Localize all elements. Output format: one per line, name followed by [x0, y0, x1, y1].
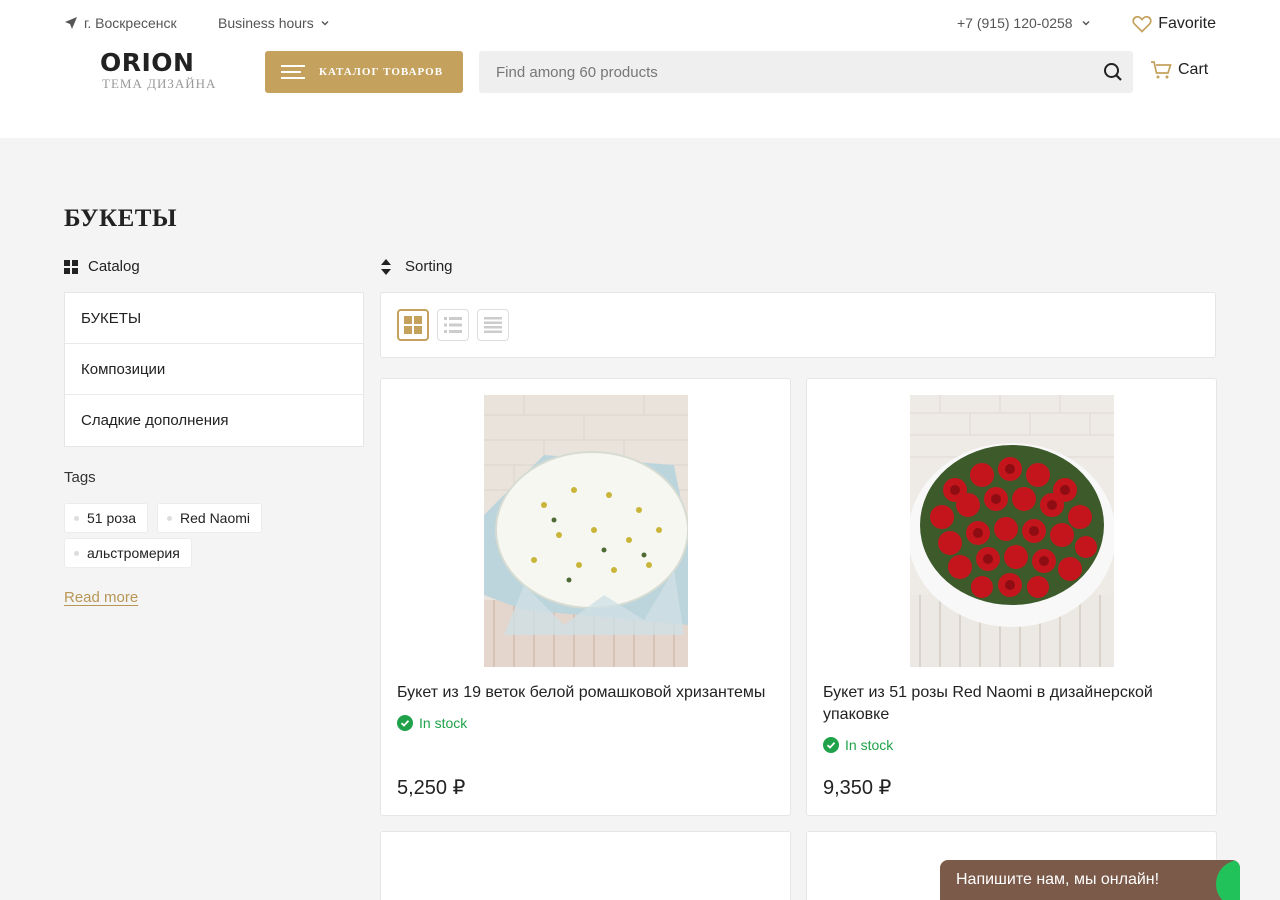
catalog-heading-label: Catalog — [88, 258, 140, 275]
tag-dot-icon — [167, 515, 172, 521]
chevron-down-icon — [321, 21, 329, 26]
cart-label: Cart — [1178, 61, 1209, 78]
product-name[interactable]: Букет из 19 веток белой ромашковой хриза… — [397, 682, 777, 704]
logo-title: ORION — [100, 48, 195, 77]
product-name[interactable]: Букет из 51 розы Red Naomi в дизайнерско… — [823, 682, 1203, 726]
page-title: БУКЕТЫ — [64, 205, 178, 232]
tag-item[interactable]: альстромерия — [64, 538, 192, 568]
heart-icon — [1132, 15, 1152, 33]
catalog-item-compositions[interactable]: Композиции — [65, 344, 363, 395]
catalog-heading: Catalog — [64, 258, 140, 275]
tag-label: 51 роза — [87, 510, 137, 526]
catalog-button[interactable]: КАТАЛОГ ТОВАРОВ — [265, 51, 463, 93]
catalog-item-label: Композиции — [81, 360, 166, 378]
product-card[interactable]: Букет из 19 веток белой ромашковой хриза… — [380, 378, 791, 816]
stock-label: In stock — [419, 715, 468, 731]
menu-icon — [281, 61, 305, 83]
sorting-label: Sorting — [405, 258, 453, 275]
check-circle-icon — [397, 715, 413, 731]
favorite-link[interactable]: Favorite — [1132, 12, 1216, 36]
product-image-white-chrysanthemum[interactable] — [484, 395, 688, 667]
top-bar: г. Воскресенск Business hours +7 (915) 1… — [64, 12, 1216, 36]
tag-item[interactable]: Red Naomi — [157, 503, 263, 533]
product-price: 5,250 ₽ — [397, 777, 466, 799]
table-view-button[interactable] — [477, 309, 509, 341]
view-toggle-bar — [380, 292, 1216, 358]
grid-view-icon — [404, 316, 422, 334]
catalog-button-label: КАТАЛОГ ТОВАРОВ — [319, 66, 444, 78]
chat-label: Напишите нам, мы онлайн! — [956, 871, 1160, 888]
stock-status: In stock — [397, 715, 467, 731]
location-arrow-icon — [65, 17, 77, 29]
catalog-item-label: Сладкие дополнения — [81, 412, 229, 429]
search-input[interactable] — [479, 51, 1079, 93]
list-view-button[interactable] — [437, 309, 469, 341]
table-view-icon — [484, 317, 502, 333]
catalog-item-sweet-additions[interactable]: Сладкие дополнения — [65, 395, 363, 446]
grid-view-button[interactable] — [397, 309, 429, 341]
business-hours-dropdown[interactable]: Business hours — [218, 12, 330, 34]
tag-dot-icon — [74, 550, 79, 556]
cart-link[interactable]: Cart — [1150, 60, 1208, 80]
check-circle-icon — [823, 737, 839, 753]
stock-label: In stock — [845, 737, 894, 753]
catalog-menu: БУКЕТЫ Композиции Сладкие дополнения — [64, 292, 364, 447]
logo-subtitle: ТЕМА ДИЗАЙНА — [102, 76, 217, 91]
phone-dropdown[interactable]: +7 (915) 120-0258 — [957, 12, 1091, 34]
read-more-link[interactable]: Read more — [64, 589, 138, 606]
site-header: г. Воскресенск Business hours +7 (915) 1… — [0, 0, 1280, 138]
list-view-icon — [444, 317, 462, 333]
tag-label: альстромерия — [87, 545, 180, 561]
catalog-item-bouquets[interactable]: БУКЕТЫ — [65, 293, 363, 344]
city-label: г. Воскресенск — [84, 15, 177, 31]
chat-status-icon — [1216, 860, 1240, 900]
product-card[interactable] — [380, 831, 791, 900]
tag-label: Red Naomi — [180, 510, 251, 526]
search-icon[interactable] — [1103, 62, 1123, 82]
phone-number: +7 (915) 120-0258 — [957, 15, 1073, 31]
cart-icon — [1151, 61, 1172, 79]
favorite-label: Favorite — [1158, 15, 1216, 32]
tag-item[interactable]: 51 роза — [64, 503, 149, 533]
product-price: 9,350 ₽ — [823, 777, 892, 799]
city-selector[interactable]: г. Воскресенск — [64, 12, 177, 34]
chevron-down-icon — [1082, 21, 1090, 26]
product-card[interactable]: Букет из 51 розы Red Naomi в дизайнерско… — [806, 378, 1217, 816]
tag-dot-icon — [74, 515, 79, 521]
search-box — [479, 51, 1133, 93]
stock-status: In stock — [823, 737, 893, 753]
site-logo[interactable]: ORION ТЕМА ДИЗАЙНА — [100, 50, 220, 92]
catalog-item-label: БУКЕТЫ — [81, 309, 142, 327]
grid-icon — [64, 259, 78, 274]
product-image-red-roses[interactable] — [910, 395, 1114, 667]
business-hours-label: Business hours — [218, 15, 314, 31]
sorting-control[interactable]: Sorting — [381, 258, 453, 275]
tags-heading: Tags — [64, 469, 96, 486]
chat-widget[interactable]: Напишите нам, мы онлайн! — [940, 860, 1240, 900]
sort-icon — [381, 258, 391, 275]
